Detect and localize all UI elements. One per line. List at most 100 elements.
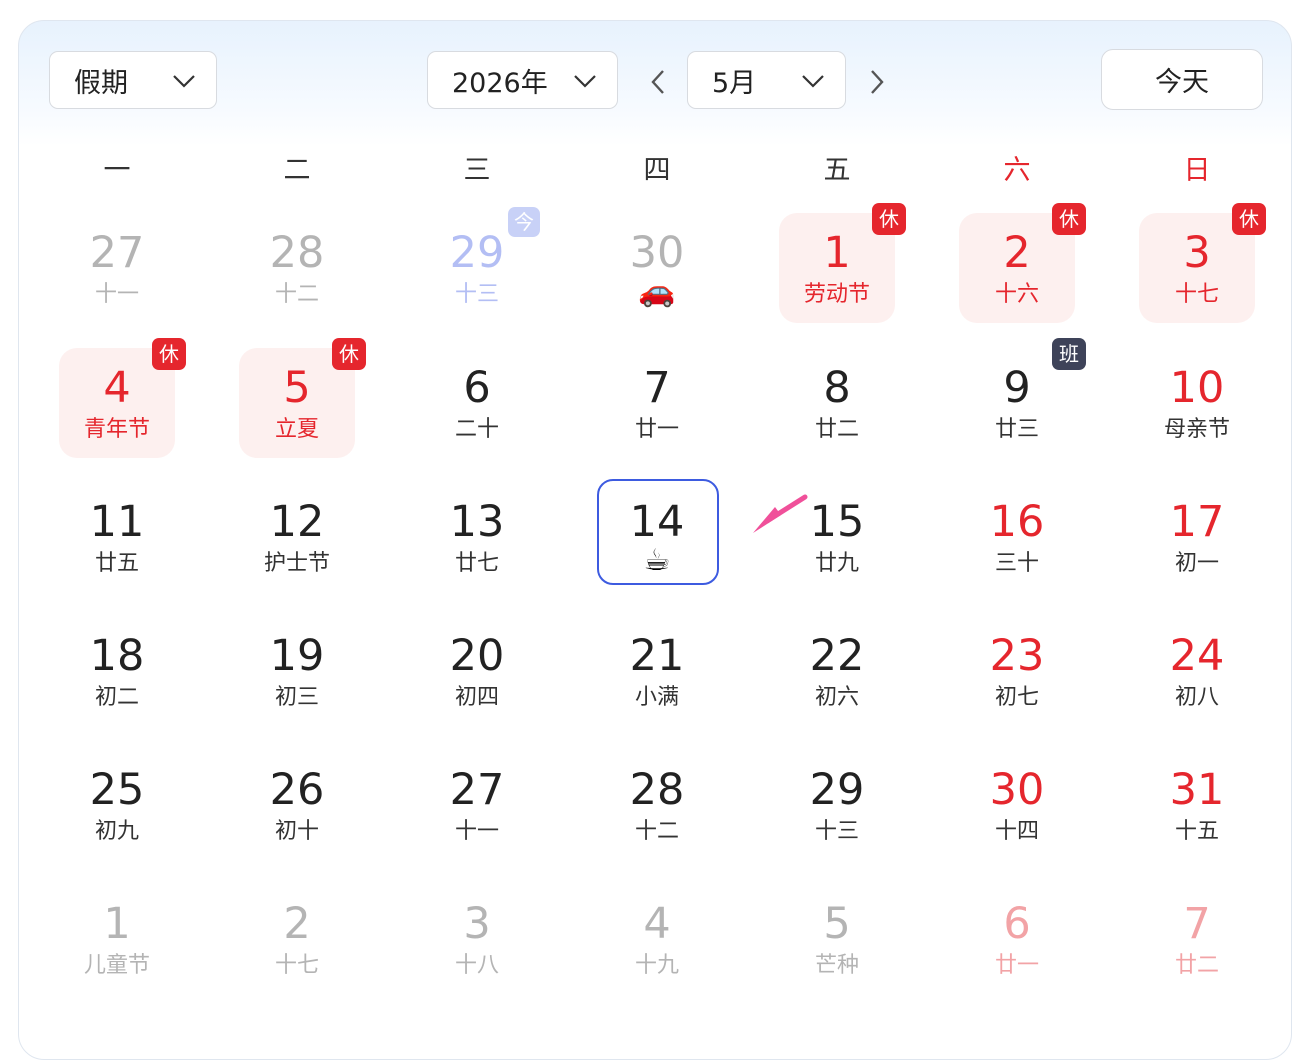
chevron-down-icon [574,75,596,88]
day-cell[interactable]: 17 初一 [1137,482,1257,592]
lunar-label: 十四 [994,819,1039,844]
day-cell[interactable]: 31 十五 [1137,750,1257,860]
day-cell-selected[interactable]: 14 ☕ [597,479,719,592]
month-select-label: 5月 [712,67,757,99]
day-cell[interactable]: 7 廿二 [1137,884,1257,994]
lunar-label: 小满 [634,685,679,710]
holiday-select[interactable]: 假期 [49,51,217,109]
day-cell[interactable]: 4 青年节 休 [57,338,186,458]
day-cell[interactable]: 22 初六 [777,616,897,726]
day-cell[interactable]: 27 十一 [417,750,537,860]
day-cell[interactable]: 18 初二 [57,616,177,726]
lunar-label: 十二 [634,819,679,844]
day-number: 1 [823,228,851,278]
day-cell[interactable]: 29 十三今 [417,207,540,323]
lunar-label: 十九 [634,953,679,978]
car-icon: 🚗 [638,274,676,309]
lunar-label: 廿三 [994,417,1039,442]
today-badge: 今 [508,207,540,237]
day-cell[interactable]: 1 儿童节 [57,884,177,994]
day-cell[interactable]: 6 二十 [417,348,537,458]
day-number: 17 [1169,497,1225,547]
day-number: 28 [629,765,685,815]
lunar-label: 芒种 [814,953,859,978]
day-cell[interactable]: 25 初九 [57,750,177,860]
day-cell[interactable]: 12 护士节 [237,482,357,592]
day-number: 25 [89,765,145,815]
rest-day-badge: 休 [332,338,366,370]
day-number: 20 [449,631,505,681]
day-number: 23 [989,631,1045,681]
day-number: 28 [269,228,325,278]
day-cell[interactable]: 5 立夏 休 [237,338,366,458]
lunar-label: 初八 [1174,685,1219,710]
day-cell[interactable]: 30 十四 [957,750,1077,860]
day-cell[interactable]: 1 劳动节 休 [777,203,906,323]
lunar-label: 初二 [94,685,139,710]
lunar-label: 护士节 [263,551,330,576]
day-cell[interactable]: 29 十三 [777,750,897,860]
lunar-label: 十五 [1174,819,1219,844]
month-select[interactable]: 5月 [687,51,846,109]
lunar-label: 廿七 [454,551,499,576]
day-cell[interactable]: 28 十二 [237,213,357,323]
day-cell[interactable]: 4 十九 [597,884,717,994]
year-select[interactable]: 2026年 [427,51,618,109]
day-cell[interactable]: 26 初十 [237,750,357,860]
day-cell[interactable]: 7 廿一 [597,348,717,458]
day-number: 6 [463,363,491,413]
day-number: 14 [629,497,685,547]
day-number: 12 [269,497,325,547]
day-cell[interactable]: 10 母亲节 [1137,348,1257,458]
lunar-label: 十七 [274,953,319,978]
lunar-label: 青年节 [83,417,150,442]
prev-month-icon[interactable] [649,69,667,95]
coffee-icon: ☕ [643,543,671,578]
rest-day-badge: 休 [872,203,906,235]
chevron-down-icon [173,75,195,88]
chevron-down-icon [802,75,824,88]
day-cell[interactable]: 5 芒种 [777,884,897,994]
lunar-label: 廿二 [1174,953,1219,978]
rest-day-badge: 休 [1232,203,1266,235]
day-number: 19 [269,631,325,681]
day-cell[interactable]: 27 十一 [57,213,177,323]
lunar-label: 初六 [814,685,859,710]
next-month-icon[interactable] [868,69,886,95]
day-cell[interactable]: 19 初三 [237,616,357,726]
lunar-label: 廿一 [994,953,1039,978]
day-number: 4 [103,363,131,413]
day-cell[interactable]: 2 十七 [237,884,357,994]
day-cell[interactable]: 11 廿五 [57,482,177,592]
day-number: 26 [269,765,325,815]
day-cell[interactable]: 23 初七 [957,616,1077,726]
day-number: 29 [809,765,865,815]
day-cell[interactable]: 28 十二 [597,750,717,860]
day-cell[interactable]: 20 初四 [417,616,537,726]
lunar-label: 廿五 [94,551,139,576]
weekday-label: 四 [643,155,671,186]
day-cell[interactable]: 8 廿二 [777,348,897,458]
day-cell[interactable]: 24 初八 [1137,616,1257,726]
day-number: 18 [89,631,145,681]
day-cell[interactable]: 2 十六 休 [957,203,1086,323]
day-cell[interactable]: 3 十七 休 [1137,203,1266,323]
weekday-label: 五 [823,155,851,186]
day-cell[interactable]: 3 十八 [417,884,537,994]
day-number: 8 [823,363,851,413]
day-cell[interactable]: 16 三十 [957,482,1077,592]
lunar-label: 母亲节 [1163,417,1230,442]
day-number: 22 [809,631,865,681]
day-cell[interactable]: 6 廿一 [957,884,1077,994]
year-select-label: 2026年 [452,67,548,99]
day-number: 7 [643,363,671,413]
lunar-label: 立夏 [274,417,319,442]
today-button[interactable]: 今天 [1101,49,1263,110]
day-number: 30 [989,765,1045,815]
day-cell[interactable]: 21 小满 [597,616,717,726]
day-cell[interactable]: 30 🚗 [597,213,717,323]
day-number: 6 [1003,899,1031,949]
day-cell[interactable]: 9 廿三 班 [957,338,1086,458]
day-cell[interactable]: 13 廿七 [417,482,537,592]
weekday-label: 二 [283,155,311,186]
